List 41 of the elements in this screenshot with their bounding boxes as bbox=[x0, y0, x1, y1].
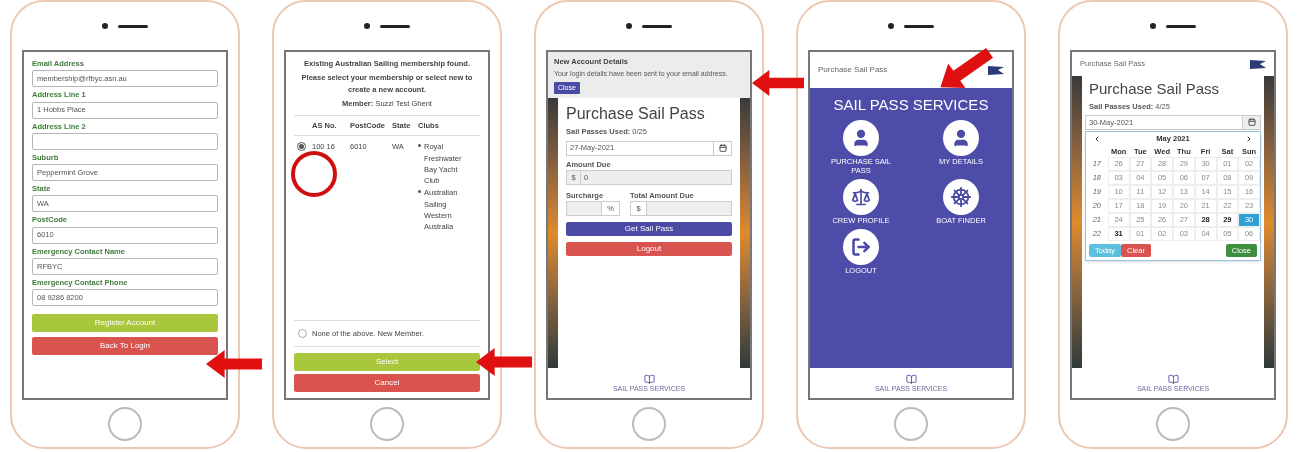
pointer-arrow-icon bbox=[205, 350, 263, 378]
highlight-circle-icon bbox=[290, 150, 338, 198]
menu-title: SAIL PASS SERVICES bbox=[833, 95, 989, 115]
action-button[interactable]: Logout bbox=[566, 242, 732, 256]
pointer-arrow-icon bbox=[475, 348, 533, 376]
home-button[interactable] bbox=[632, 406, 666, 441]
action-button[interactable]: Get Sail Pass bbox=[566, 222, 732, 236]
speaker-grille bbox=[118, 24, 148, 28]
pointer-arrow-icon bbox=[752, 70, 804, 96]
logout-icon bbox=[851, 236, 871, 257]
speaker-grille bbox=[1166, 24, 1196, 28]
action-button[interactable]: Select bbox=[294, 353, 480, 371]
calendar-icon bbox=[1247, 118, 1256, 127]
book-icon bbox=[643, 373, 655, 385]
speaker-grille bbox=[380, 24, 410, 28]
book-icon bbox=[1167, 373, 1179, 385]
input-field[interactable] bbox=[32, 132, 218, 150]
calendar-icon bbox=[718, 144, 727, 152]
home-button[interactable] bbox=[894, 406, 928, 441]
home-button[interactable] bbox=[370, 406, 404, 441]
action-button[interactable]: Back To Login bbox=[32, 337, 218, 355]
radio-button[interactable] bbox=[296, 142, 306, 152]
home-button[interactable] bbox=[108, 406, 142, 441]
flag-logo-icon bbox=[1250, 59, 1266, 69]
home-button[interactable] bbox=[1156, 406, 1190, 441]
bullet-icon bbox=[418, 190, 421, 194]
book-icon bbox=[905, 373, 917, 385]
bullet-icon bbox=[418, 144, 421, 148]
radio-button[interactable] bbox=[298, 328, 307, 338]
speaker-grille bbox=[904, 24, 934, 28]
page-title: Purchase Sail Pass bbox=[566, 104, 706, 125]
header-title: Purchase Sail Pass bbox=[818, 64, 888, 76]
action-button[interactable]: Cancel bbox=[294, 374, 480, 392]
action-button[interactable]: Register Account bbox=[32, 314, 218, 332]
person-icon bbox=[851, 127, 871, 148]
speaker-grille bbox=[642, 24, 672, 28]
person-icon bbox=[951, 127, 971, 148]
ship-wheel-icon bbox=[950, 185, 972, 208]
flag-logo-icon bbox=[988, 65, 1004, 75]
page-title: Purchase Sail Pass bbox=[1088, 79, 1221, 99]
scale-icon bbox=[851, 186, 871, 207]
